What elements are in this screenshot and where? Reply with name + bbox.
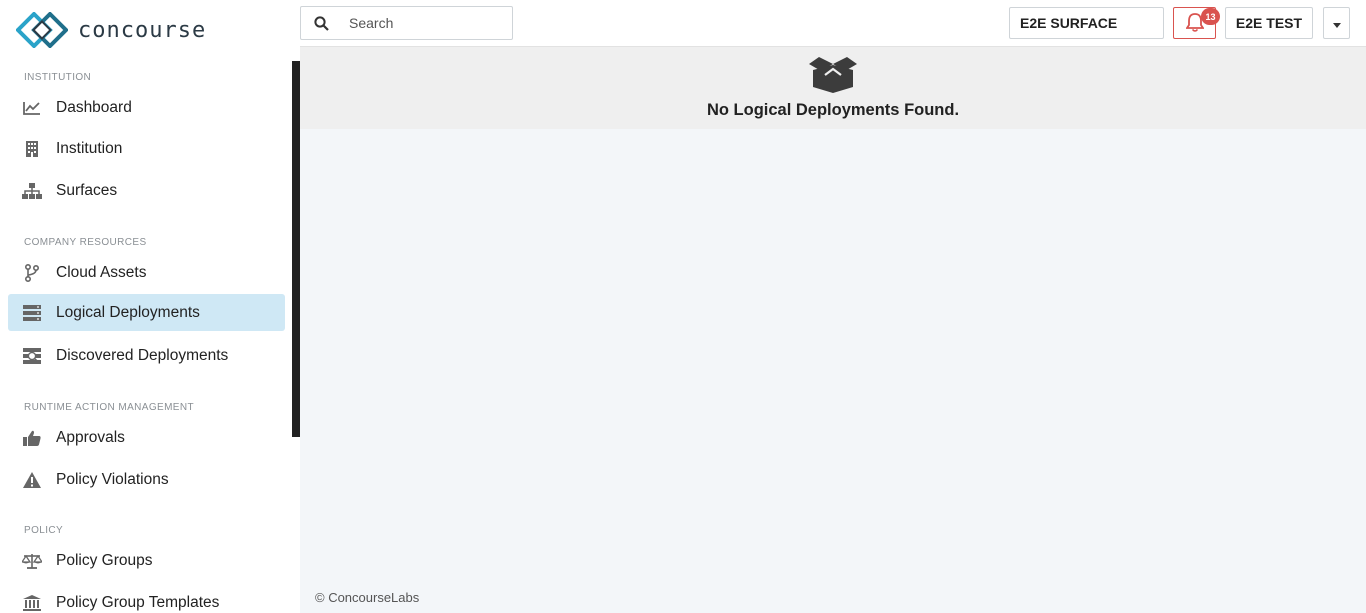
user-menu-button[interactable]: E2E TEST <box>1225 7 1313 39</box>
sidebar-item-label: Policy Violations <box>56 470 169 488</box>
section-label-company-resources: COMPANY RESOURCES <box>24 237 147 248</box>
sidebar-item-label: Discovered Deployments <box>56 346 229 364</box>
warning-icon <box>22 470 42 490</box>
sidebar-item-institution[interactable]: Institution <box>8 130 285 167</box>
sidebar-item-policy-violations[interactable]: Policy Violations <box>8 461 285 498</box>
sidebar-item-cloud-assets[interactable]: Cloud Assets <box>8 254 285 291</box>
notification-count-badge: 13 <box>1201 8 1220 25</box>
building-icon <box>22 139 42 159</box>
section-label-institution: INSTITUTION <box>24 72 92 83</box>
chart-line-icon <box>22 98 42 118</box>
section-label-policy: POLICY <box>24 525 64 536</box>
sidebar-item-surfaces[interactable]: Surfaces <box>8 172 285 209</box>
sidebar: concourse INSTITUTION Dashboard Institut… <box>0 0 300 613</box>
open-box-icon <box>807 55 859 95</box>
thumbs-up-icon <box>22 428 42 448</box>
sidebar-item-policy-groups[interactable]: Policy Groups <box>8 542 285 579</box>
server-icon <box>22 303 42 323</box>
sidebar-item-label: Approvals <box>56 428 125 446</box>
sidebar-item-discovered-deployments[interactable]: Discovered Deployments <box>8 337 285 374</box>
user-dropdown-button[interactable] <box>1323 7 1350 39</box>
discovered-icon <box>22 346 42 366</box>
concourse-logo[interactable]: concourse <box>16 12 206 48</box>
empty-state-message: No Logical Deployments Found. <box>706 101 960 119</box>
sidebar-item-logical-deployments[interactable]: Logical Deployments <box>8 294 285 331</box>
sitemap-icon <box>22 181 42 201</box>
footer-copyright: © ConcourseLabs <box>315 590 420 605</box>
surface-selector-button[interactable]: E2E SURFACE <box>1009 7 1164 39</box>
sidebar-item-label: Policy Groups <box>56 551 153 569</box>
search-input[interactable] <box>349 15 499 31</box>
sidebar-item-label: Logical Deployments <box>56 303 200 321</box>
search-box <box>300 6 513 40</box>
concourse-logo-icon <box>16 12 68 48</box>
sidebar-scrollbar[interactable] <box>292 61 300 437</box>
sidebar-item-approvals[interactable]: Approvals <box>8 419 285 456</box>
caret-down-icon <box>1332 16 1341 31</box>
section-label-runtime-action-management: RUNTIME ACTION MANAGEMENT <box>24 402 195 413</box>
sidebar-item-label: Cloud Assets <box>56 263 147 281</box>
sidebar-item-label: Dashboard <box>56 98 132 116</box>
sidebar-item-label: Institution <box>56 139 123 157</box>
university-icon <box>22 593 42 613</box>
balance-scale-icon <box>22 551 42 571</box>
search-icon <box>313 15 329 31</box>
logo-text: concourse <box>78 17 207 43</box>
empty-state-banner: No Logical Deployments Found. <box>300 47 1366 129</box>
sidebar-item-label: Policy Group Templates <box>56 593 220 611</box>
sidebar-item-dashboard[interactable]: Dashboard <box>8 89 285 126</box>
code-branch-icon <box>22 263 42 283</box>
sidebar-item-label: Surfaces <box>56 181 118 199</box>
sidebar-item-policy-group-templates[interactable]: Policy Group Templates <box>8 584 285 613</box>
